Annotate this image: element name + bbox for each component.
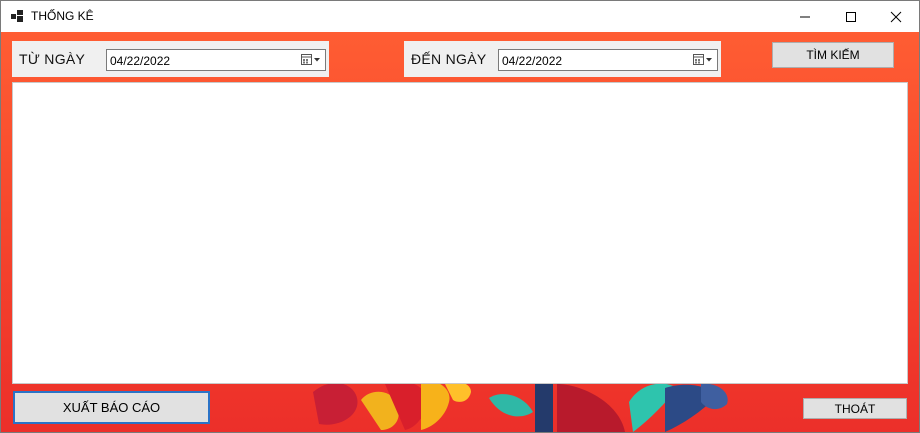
to-date-group: ĐẾN NGÀY 04/22/2022 bbox=[404, 41, 721, 77]
close-button[interactable] bbox=[873, 1, 919, 32]
maximize-button[interactable] bbox=[828, 1, 874, 32]
exit-button[interactable]: THOÁT bbox=[803, 398, 907, 419]
close-icon bbox=[890, 11, 902, 22]
results-grid[interactable] bbox=[12, 82, 908, 384]
from-date-picker[interactable]: 04/22/2022 bbox=[106, 49, 326, 71]
maximize-icon bbox=[846, 11, 856, 22]
calendar-dropdown-icon[interactable] bbox=[692, 53, 714, 67]
form-client-area: TỪ NGÀY 04/22/2022 ĐẾN NGÀY 04/22/2022 T… bbox=[1, 32, 919, 432]
minimize-icon bbox=[800, 16, 810, 17]
app-icon bbox=[11, 10, 23, 22]
window-title: THỐNG KÊ bbox=[31, 9, 94, 23]
search-button[interactable]: TÌM KIẾM bbox=[772, 42, 894, 68]
from-date-group: TỪ NGÀY 04/22/2022 bbox=[12, 41, 329, 77]
to-date-picker[interactable]: 04/22/2022 bbox=[498, 49, 718, 71]
to-date-value: 04/22/2022 bbox=[502, 54, 563, 68]
to-date-label: ĐẾN NGÀY bbox=[411, 51, 487, 67]
minimize-button[interactable] bbox=[782, 1, 828, 32]
statistics-window: THỐNG KÊ TỪ NGÀY 04/22/2022 ĐẾN NGÀY 04/… bbox=[0, 0, 920, 433]
calendar-dropdown-icon[interactable] bbox=[300, 53, 322, 67]
export-report-button[interactable]: XUẤT BÁO CÁO bbox=[13, 391, 210, 424]
title-bar[interactable]: THỐNG KÊ bbox=[1, 1, 919, 32]
from-date-value: 04/22/2022 bbox=[110, 54, 171, 68]
from-date-label: TỪ NGÀY bbox=[19, 51, 86, 67]
